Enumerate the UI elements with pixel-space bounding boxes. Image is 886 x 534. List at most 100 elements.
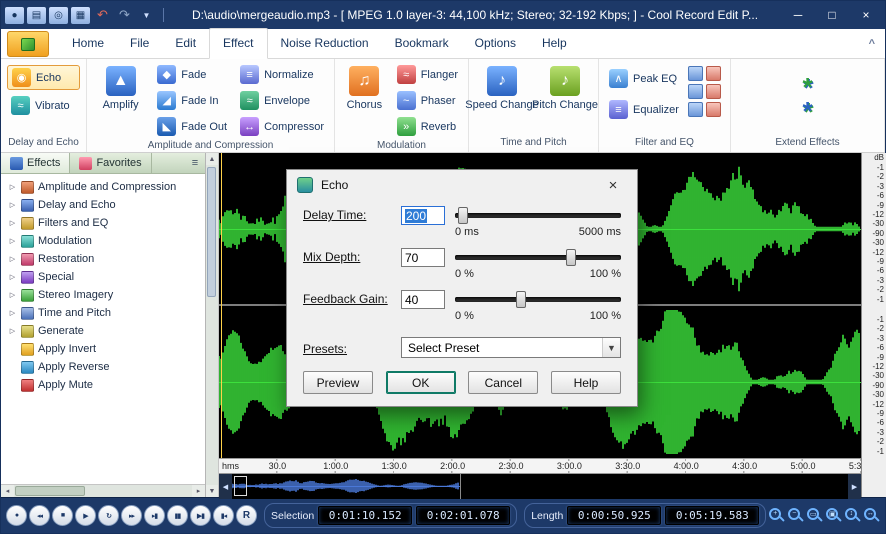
waveform-vertical-scrollbar[interactable]: ▲ ▼: [206, 153, 219, 497]
sidebar-item-filters-and-eq[interactable]: ▷Filters and EQ: [6, 214, 205, 232]
navigator-view-window[interactable]: [234, 476, 247, 496]
undo-icon[interactable]: ↶: [93, 7, 112, 24]
zoom-selection-button[interactable]: ▭: [806, 506, 823, 526]
mix-depth-slider[interactable]: 0 % 100 %: [455, 248, 621, 282]
zoom-out-button[interactable]: −: [787, 506, 804, 526]
redo-icon[interactable]: ↷: [115, 7, 134, 24]
eq-preset-icon-3[interactable]: [688, 84, 703, 99]
sidebar-horizontal-scrollbar[interactable]: ◂ ▸: [1, 484, 205, 497]
amplify-button[interactable]: ▲ Amplify: [93, 63, 148, 138]
scroll-up-icon[interactable]: ▲: [206, 153, 218, 165]
rewind-button[interactable]: ◂◂: [29, 505, 50, 526]
play-selection-button[interactable]: ▶▮: [190, 505, 211, 526]
collapse-ribbon-button[interactable]: ^: [869, 38, 875, 50]
feedback-gain-input[interactable]: 40: [401, 290, 445, 309]
tab-bookmark[interactable]: Bookmark: [382, 29, 462, 58]
navigator-left-icon[interactable]: ◀: [219, 474, 232, 499]
toolbar-options-icon[interactable]: ▼: [137, 7, 156, 24]
expander-icon[interactable]: ▷: [8, 201, 17, 209]
go-to-start-button[interactable]: ▮◂: [213, 505, 234, 526]
expander-icon[interactable]: ▷: [8, 183, 17, 191]
pitch-change-button[interactable]: ♪ Pitch Change: [536, 63, 594, 135]
expander-icon[interactable]: ▷: [8, 219, 17, 227]
phaser-button[interactable]: ~ Phaser: [393, 89, 462, 112]
zoom-vertical-in-button[interactable]: ↕: [844, 506, 861, 526]
sidebar-item-amplitude-and-compression[interactable]: ▷Amplitude and Compression: [6, 178, 205, 196]
ok-button[interactable]: OK: [386, 371, 456, 394]
sidebar-item-modulation[interactable]: ▷Modulation: [6, 232, 205, 250]
fast-forward-button[interactable]: ▸▸: [121, 505, 142, 526]
sidebar-item-apply-invert[interactable]: Apply Invert: [6, 340, 205, 358]
peak-eq-button[interactable]: ∧ Peak EQ: [605, 67, 683, 90]
record-icon[interactable]: ●: [5, 7, 24, 24]
expander-icon[interactable]: ▷: [8, 309, 17, 317]
eq-preset-icon-5[interactable]: [688, 102, 703, 117]
app-menu-button[interactable]: [7, 31, 49, 57]
sidebar-tab-favorites[interactable]: Favorites: [70, 153, 151, 173]
delay-time-slider[interactable]: 0 ms 5000 ms: [455, 206, 621, 240]
expander-icon[interactable]: ▷: [8, 273, 17, 281]
preview-button[interactable]: Preview: [303, 371, 373, 394]
expander-icon[interactable]: ▷: [8, 291, 17, 299]
close-button[interactable]: ×: [851, 5, 881, 25]
go-to-end-button[interactable]: ▸▮: [144, 505, 165, 526]
scrollbar-thumb[interactable]: [207, 167, 216, 297]
presets-dropdown[interactable]: Select Preset ▼: [401, 337, 621, 358]
sidebar-item-generate[interactable]: ▷Generate: [6, 322, 205, 340]
pause-button[interactable]: ▮▮: [167, 505, 188, 526]
sidebar-item-stereo-imagery[interactable]: ▷Stereo Imagery: [6, 286, 205, 304]
stop-button[interactable]: ■: [52, 505, 73, 526]
dialog-titlebar[interactable]: Echo ×: [287, 170, 637, 200]
flanger-button[interactable]: ≈ Flanger: [393, 63, 462, 86]
save-icon[interactable]: ▦: [71, 7, 90, 24]
eq-preset-icon-2[interactable]: [706, 66, 721, 81]
burn-icon[interactable]: ◎: [49, 7, 68, 24]
reverb-button[interactable]: » Reverb: [393, 115, 462, 138]
slider-thumb[interactable]: [516, 291, 526, 308]
eq-preset-icon-1[interactable]: [688, 66, 703, 81]
mix-depth-input[interactable]: 70: [401, 248, 445, 267]
slider-thumb[interactable]: [566, 249, 576, 266]
scrollbar-thumb[interactable]: [15, 486, 85, 496]
fade-button[interactable]: ◆ Fade: [153, 63, 231, 86]
sidebar-tab-effects[interactable]: Effects: [1, 153, 70, 173]
timeline-ruler[interactable]: hms 30.01:00.01:30.02:00.02:30.03:00.03:…: [219, 458, 861, 474]
scroll-right-icon[interactable]: ▸: [192, 487, 205, 495]
dialog-close-icon[interactable]: ×: [599, 177, 627, 194]
fade-out-button[interactable]: ◣ Fade Out: [153, 115, 231, 138]
chorus-button[interactable]: ♫ Chorus: [341, 63, 388, 138]
sidebar-item-delay-and-echo[interactable]: ▷Delay and Echo: [6, 196, 205, 214]
equalizer-button[interactable]: ≡ Equalizer: [605, 98, 683, 121]
expander-icon[interactable]: ▷: [8, 255, 17, 263]
envelope-button[interactable]: ≈ Envelope: [236, 89, 328, 112]
tab-home[interactable]: Home: [59, 29, 117, 58]
tab-effect[interactable]: Effect: [209, 28, 267, 59]
tab-noise-reduction[interactable]: Noise Reduction: [268, 29, 382, 58]
cancel-button[interactable]: Cancel: [468, 371, 538, 394]
vibrato-button[interactable]: ≈ Vibrato: [7, 94, 80, 117]
expander-icon[interactable]: ▷: [8, 327, 17, 335]
expander-icon[interactable]: ▷: [8, 237, 17, 245]
loop-button[interactable]: ↻: [98, 505, 119, 526]
compressor-button[interactable]: ↔ Compressor: [236, 115, 328, 138]
speed-change-button[interactable]: ♪ Speed Change: [473, 63, 531, 135]
open-icon[interactable]: ▤: [27, 7, 46, 24]
record-button[interactable]: ●: [6, 505, 27, 526]
navigator-right-icon[interactable]: ▶: [848, 474, 861, 499]
maximize-button[interactable]: □: [817, 5, 847, 25]
chevron-down-icon[interactable]: ▼: [602, 338, 620, 357]
feedback-gain-slider[interactable]: 0 % 100 %: [455, 290, 621, 324]
slider-thumb[interactable]: [458, 207, 468, 224]
sidebar-item-special[interactable]: ▷Special: [6, 268, 205, 286]
sidebar-menu-button[interactable]: ≡: [185, 153, 205, 173]
scroll-left-icon[interactable]: ◂: [1, 487, 14, 495]
sidebar-item-restoration[interactable]: ▷Restoration: [6, 250, 205, 268]
normalize-button[interactable]: ≡ Normalize: [236, 63, 328, 86]
extend-effect-button-1[interactable]: *: [802, 76, 812, 98]
play-button[interactable]: ▶: [75, 505, 96, 526]
eq-preset-icon-4[interactable]: [706, 84, 721, 99]
eq-preset-icon-6[interactable]: [706, 102, 721, 117]
overview-navigator[interactable]: ◀ ▶: [219, 474, 861, 499]
fade-in-button[interactable]: ◢ Fade In: [153, 89, 231, 112]
tab-file[interactable]: File: [117, 29, 162, 58]
